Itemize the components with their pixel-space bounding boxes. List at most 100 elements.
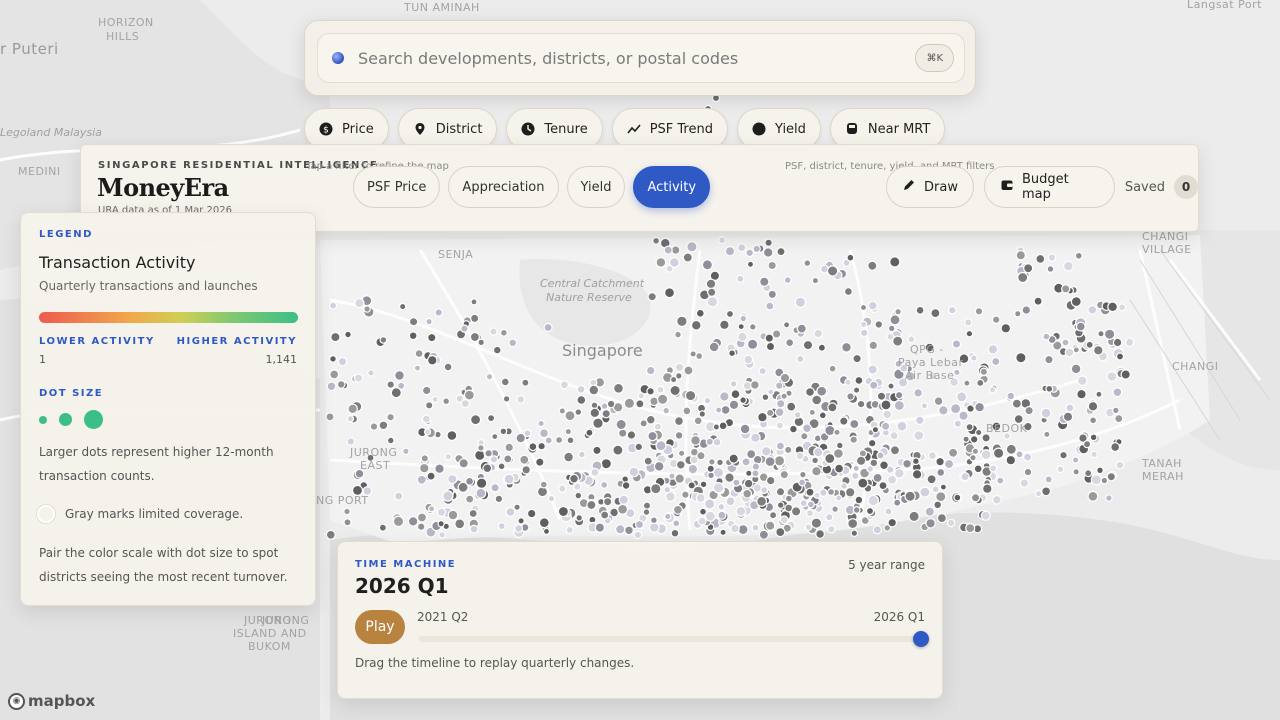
development-dot[interactable] bbox=[676, 315, 688, 328]
development-dot[interactable] bbox=[698, 410, 707, 418]
development-dot[interactable] bbox=[443, 362, 453, 372]
development-dot[interactable] bbox=[386, 380, 396, 389]
development-dot[interactable] bbox=[743, 354, 754, 365]
development-dot[interactable] bbox=[564, 410, 576, 422]
development-dot[interactable] bbox=[933, 500, 943, 510]
development-dot[interactable] bbox=[765, 520, 776, 531]
development-dot[interactable] bbox=[538, 517, 550, 529]
tab-yield[interactable]: Yield bbox=[566, 166, 626, 208]
development-dot[interactable] bbox=[489, 327, 498, 336]
development-dot[interactable] bbox=[857, 477, 869, 489]
development-dot[interactable] bbox=[802, 423, 812, 434]
development-dot[interactable] bbox=[846, 253, 855, 262]
development-dot[interactable] bbox=[386, 412, 395, 422]
development-dot[interactable] bbox=[818, 488, 828, 498]
development-dot[interactable] bbox=[589, 407, 601, 419]
development-dot[interactable] bbox=[569, 473, 579, 484]
development-dot[interactable] bbox=[939, 483, 948, 491]
development-dot[interactable] bbox=[408, 331, 418, 341]
development-dot[interactable] bbox=[887, 382, 895, 390]
development-dot[interactable] bbox=[956, 391, 968, 403]
development-dot[interactable] bbox=[336, 380, 346, 389]
development-dot[interactable] bbox=[750, 432, 761, 444]
development-dot[interactable] bbox=[693, 416, 703, 426]
development-dot[interactable] bbox=[729, 380, 738, 388]
tab-activity[interactable]: Activity bbox=[633, 166, 711, 208]
development-dot[interactable] bbox=[642, 508, 651, 516]
development-dot[interactable] bbox=[852, 464, 860, 472]
development-dot[interactable] bbox=[697, 516, 707, 526]
development-dot[interactable] bbox=[514, 524, 523, 533]
development-dot[interactable] bbox=[882, 409, 893, 420]
development-dot[interactable] bbox=[477, 338, 486, 347]
development-dot[interactable] bbox=[989, 464, 998, 473]
development-dot[interactable] bbox=[761, 393, 770, 402]
development-dot[interactable] bbox=[628, 466, 640, 478]
development-dot[interactable] bbox=[735, 505, 747, 517]
development-dot[interactable] bbox=[737, 331, 748, 342]
development-dot[interactable] bbox=[504, 442, 514, 453]
development-dot[interactable] bbox=[841, 341, 852, 353]
development-dot[interactable] bbox=[712, 423, 721, 431]
development-dot[interactable] bbox=[914, 415, 925, 426]
development-dot[interactable] bbox=[869, 380, 879, 390]
development-dot[interactable] bbox=[706, 464, 715, 473]
development-dot[interactable] bbox=[460, 324, 469, 333]
development-dot[interactable] bbox=[526, 508, 537, 519]
development-dot[interactable] bbox=[491, 433, 499, 441]
development-dot[interactable] bbox=[1065, 403, 1075, 413]
development-dot[interactable] bbox=[537, 441, 546, 451]
development-dot[interactable] bbox=[1106, 472, 1117, 482]
development-dot[interactable] bbox=[460, 399, 470, 409]
development-dot[interactable] bbox=[880, 421, 891, 431]
development-dot[interactable] bbox=[379, 336, 388, 344]
development-dot[interactable] bbox=[746, 338, 759, 350]
development-dot[interactable] bbox=[779, 469, 790, 480]
development-dot[interactable] bbox=[804, 387, 815, 398]
development-dot[interactable] bbox=[1087, 305, 1098, 315]
development-dot[interactable] bbox=[741, 457, 751, 467]
development-dot[interactable] bbox=[675, 459, 686, 470]
development-dot[interactable] bbox=[492, 345, 502, 355]
development-dot[interactable] bbox=[1107, 301, 1118, 313]
development-dot[interactable] bbox=[866, 465, 875, 473]
development-dot[interactable] bbox=[708, 458, 716, 466]
development-dot[interactable] bbox=[826, 524, 836, 534]
development-dot[interactable] bbox=[876, 451, 885, 460]
development-dot[interactable] bbox=[615, 418, 627, 431]
development-dot[interactable] bbox=[730, 389, 741, 400]
development-dot[interactable] bbox=[802, 339, 814, 351]
development-dot[interactable] bbox=[936, 512, 948, 524]
development-dot[interactable] bbox=[1072, 346, 1080, 354]
development-dot[interactable] bbox=[811, 394, 823, 406]
development-dot[interactable] bbox=[528, 442, 538, 452]
development-dot[interactable] bbox=[856, 399, 866, 409]
development-dot[interactable] bbox=[674, 431, 684, 440]
development-dot[interactable] bbox=[326, 381, 337, 392]
development-dot[interactable] bbox=[779, 515, 789, 525]
development-dot[interactable] bbox=[1077, 375, 1088, 386]
keyboard-shortcut-badge[interactable]: ⌘K bbox=[915, 44, 954, 72]
development-dot[interactable] bbox=[427, 332, 437, 343]
development-dot[interactable] bbox=[1124, 337, 1135, 347]
development-dot[interactable] bbox=[816, 385, 828, 397]
development-dot[interactable] bbox=[886, 332, 895, 341]
development-dot[interactable] bbox=[682, 252, 693, 263]
development-dot[interactable] bbox=[394, 370, 405, 381]
development-dot[interactable] bbox=[497, 522, 506, 531]
development-dot[interactable] bbox=[425, 317, 433, 326]
development-dot[interactable] bbox=[655, 440, 667, 452]
development-dot[interactable] bbox=[436, 507, 447, 517]
development-dot[interactable] bbox=[543, 322, 553, 333]
development-dot[interactable] bbox=[839, 416, 849, 426]
development-dot[interactable] bbox=[759, 276, 770, 287]
development-dot[interactable] bbox=[470, 298, 478, 306]
development-dot[interactable] bbox=[347, 403, 358, 415]
development-dot[interactable] bbox=[850, 471, 860, 481]
development-dot[interactable] bbox=[768, 511, 778, 520]
search-bar[interactable]: ⌘K bbox=[317, 33, 965, 83]
development-dot[interactable] bbox=[976, 378, 985, 387]
development-dot[interactable] bbox=[408, 317, 419, 327]
development-dot[interactable] bbox=[931, 485, 940, 494]
development-dot[interactable] bbox=[800, 432, 809, 441]
